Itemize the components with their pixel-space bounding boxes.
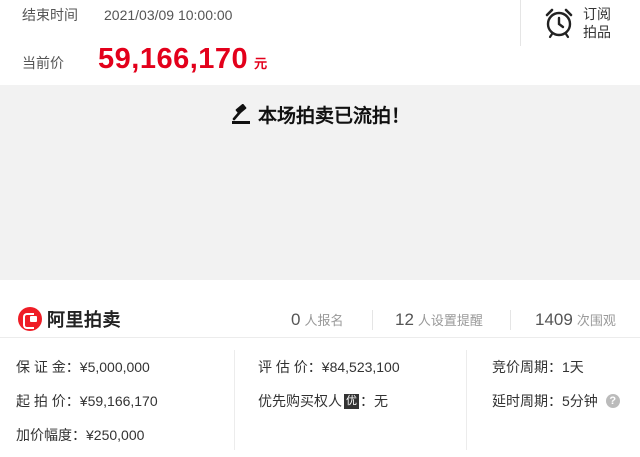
brand-name: 阿里拍卖 [47,310,121,330]
details-column-3: 竞价周期：1天 延时周期：5分钟 ? [492,350,620,418]
currency-unit: 元 [254,56,268,71]
bid-increment: 加价幅度：¥250,000 [16,427,145,443]
subscribe-button[interactable]: 订阅 拍品 [520,0,640,46]
details-column-1: 保 证 金：¥5,000,000 起 拍 价：¥59,166,170 加价幅度：… [16,350,158,452]
stat-reminders-label: 人设置提醒 [417,313,483,328]
appraisal-price: 评 估 价：¥84,523,100 [258,359,400,375]
details-column-2: 评 估 价：¥84,523,100 优先购买权人 优 ：无 [258,350,400,418]
stat-reminders-count: 12 [395,310,414,329]
alarm-clock-icon [545,8,573,39]
preemptive-right-label: 优先购买权人 [258,393,342,409]
end-time-label: 结束时间 [22,7,78,23]
auction-header: 结束时间 2021/03/09 10:00:00 当前价 59,166,170 元… [0,0,640,85]
column-divider [466,350,467,450]
gavel-icon [231,103,250,124]
stat-reminders: 12 人设置提醒 [395,310,483,330]
question-icon[interactable]: ? [605,394,620,408]
stat-signups: 0 人报名 [291,310,343,330]
subscribe-label: 订阅 拍品 [583,5,611,41]
delay-period: 延时周期：5分钟 [492,393,598,409]
column-divider [234,350,235,450]
stat-views-label: 次围观 [576,313,616,328]
end-time-row: 结束时间 2021/03/09 10:00:00 [22,5,232,25]
preemptive-right-value: ：无 [360,393,388,409]
stat-divider [372,310,373,330]
status-banner: 本场拍卖已流拍！ [0,85,640,280]
status-message-text: 本场拍卖已流拍！ [257,106,410,127]
end-time-value: 2021/03/09 10:00:00 [104,7,233,23]
status-message: 本场拍卖已流拍！ [0,101,640,128]
bidding-period: 竞价周期：1天 [492,359,584,375]
current-price-value: 59,166,170 [98,43,249,75]
subscribe-label-line1: 订阅 [583,6,611,22]
brand[interactable]: 阿里拍卖 [18,306,121,332]
subscribe-label-line2: 拍品 [583,24,611,40]
preemptive-badge-icon[interactable]: 优 [344,393,359,409]
ali-auction-logo-icon [18,307,42,331]
stat-signups-label: 人报名 [304,313,344,328]
preemptive-right: 优先购买权人 优 ：无 [258,384,400,418]
stat-divider [510,310,511,330]
starting-price: 起 拍 价：¥59,166,170 [16,393,158,409]
delay-period-row: 延时周期：5分钟 ? [492,384,620,418]
stat-signups-count: 0 [291,310,301,329]
stat-views: 1409 次围观 [535,310,616,330]
auction-info: 阿里拍卖 0 人报名 12 人设置提醒 1409 次围观 保 证 金：¥5,000,0… [0,280,640,457]
current-price-row: 当前价 59,166,170 元 [22,43,267,76]
deposit: 保 证 金：¥5,000,000 [16,359,150,375]
current-price-label: 当前价 [22,55,64,71]
brand-row: 阿里拍卖 0 人报名 12 人设置提醒 1409 次围观 [0,280,640,338]
stat-views-count: 1409 [535,310,573,329]
